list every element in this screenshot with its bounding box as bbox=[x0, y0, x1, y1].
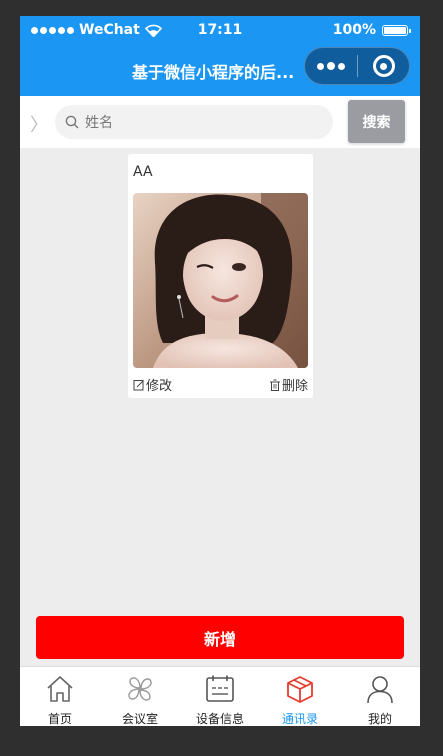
search-box[interactable] bbox=[55, 105, 333, 141]
edit-button[interactable]: 修改 bbox=[133, 375, 172, 394]
phone-screen: WeChat 17:11 100% 基于微信小程序的后... 〉 姓名 搜索 A… bbox=[20, 16, 420, 726]
tab-meeting-room[interactable]: 会议室 bbox=[100, 667, 180, 726]
tab-label: 会议室 bbox=[121, 712, 158, 726]
search-input[interactable] bbox=[83, 105, 327, 141]
tab-label: 我的 bbox=[367, 712, 392, 726]
more-menu-button[interactable] bbox=[305, 48, 357, 84]
chevron-right-icon[interactable]: 〉 bbox=[30, 111, 48, 137]
portrait-image bbox=[133, 193, 308, 368]
delete-button[interactable]: 删除 bbox=[269, 375, 308, 394]
calendar-icon bbox=[206, 675, 234, 702]
search-row: 〉 搜索 bbox=[20, 96, 420, 148]
contact-name: AA bbox=[133, 164, 153, 180]
target-icon bbox=[372, 55, 395, 77]
close-mini-program-button[interactable] bbox=[358, 48, 409, 84]
tab-label: 首页 bbox=[47, 712, 72, 726]
clover-icon bbox=[128, 677, 152, 701]
add-contact-button[interactable]: 新增 bbox=[36, 616, 404, 659]
search-button[interactable]: 搜索 bbox=[348, 100, 405, 143]
contact-photo bbox=[133, 193, 308, 368]
edit-label: 修改 bbox=[146, 379, 173, 394]
tab-label: 通讯录 bbox=[281, 712, 318, 726]
tab-home[interactable]: 首页 bbox=[20, 667, 100, 726]
status-bar: WeChat 17:11 100% bbox=[20, 16, 420, 44]
tab-label: 设备信息 bbox=[195, 712, 244, 726]
contact-card[interactable]: AA 修改 删除 bbox=[128, 154, 313, 398]
tab-profile[interactable]: 我的 bbox=[340, 667, 420, 726]
tab-contacts[interactable]: 通讯录 bbox=[260, 667, 340, 726]
delete-label: 删除 bbox=[281, 379, 308, 394]
search-icon bbox=[65, 115, 79, 129]
edit-icon bbox=[133, 379, 144, 390]
battery-percent: 100% bbox=[332, 22, 376, 38]
user-icon bbox=[367, 676, 393, 704]
more-dot-icon bbox=[317, 62, 324, 70]
home-icon bbox=[47, 676, 73, 702]
status-right: 100% bbox=[332, 22, 411, 38]
tab-device-info[interactable]: 设备信息 bbox=[180, 667, 260, 726]
mini-program-capsule bbox=[304, 47, 410, 85]
trash-icon bbox=[269, 379, 280, 391]
tab-bar: 首页 会议室 设备信息 通讯录 我的 bbox=[20, 666, 420, 726]
box-icon bbox=[287, 676, 313, 703]
page-title: 基于微信小程序的后... bbox=[132, 63, 295, 82]
nav-bar: 基于微信小程序的后... bbox=[20, 44, 420, 96]
battery-icon bbox=[382, 24, 411, 36]
